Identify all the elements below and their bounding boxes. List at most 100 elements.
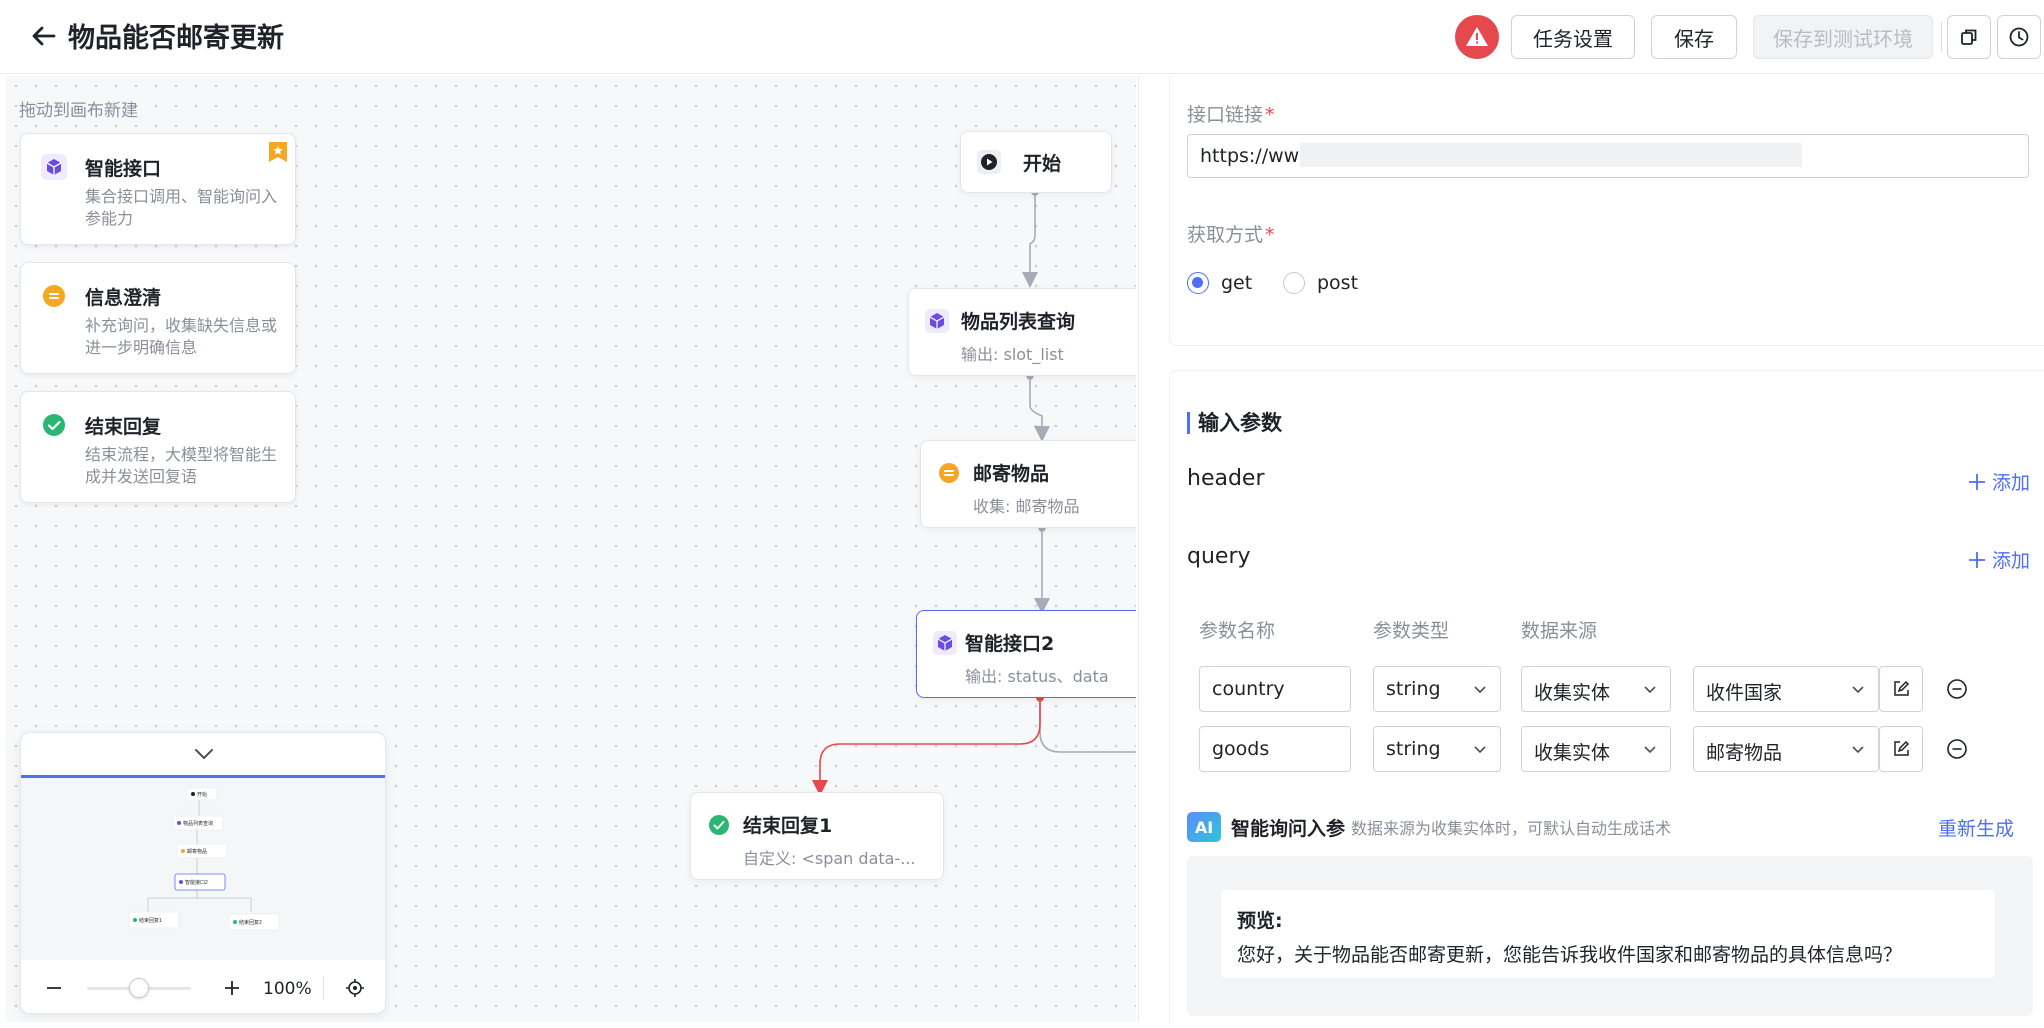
radio-checked-icon	[1187, 272, 1209, 294]
method-option-label: get	[1221, 272, 1253, 294]
minimap-label: 智能接口2	[185, 879, 208, 886]
node-title: 物品列表查询	[961, 311, 1076, 333]
zoom-out-icon[interactable]	[45, 979, 63, 997]
plus-icon	[1968, 551, 1985, 568]
node-config-panel: 接口链接 * https://www 获取方式 * get post 输入参数 he…	[1138, 76, 2044, 1022]
ai-query-hint: 数据来源为收集实体时，可默认自动生成话术	[1351, 819, 1672, 838]
chevron-down-icon	[1474, 746, 1486, 754]
zoom-divider	[323, 976, 324, 1000]
node-subtitle: 收集: 邮寄物品	[973, 497, 1080, 516]
play-icon	[977, 150, 1001, 174]
minimap-label: 结束回复2	[239, 919, 262, 926]
select-value: 收集实体	[1534, 682, 1611, 704]
zoom-controls: 100%	[21, 961, 385, 1013]
flow-canvas[interactable]: 拖动到画布新建 智能接口 集合接口调用、智能询问入参能力 信息澄清 补充询问，收…	[6, 76, 1136, 1022]
cube-icon	[925, 309, 949, 333]
api-config-card	[1169, 76, 2044, 346]
select-value: 收集实体	[1534, 742, 1611, 764]
node-end-reply-1[interactable]: 结束回复1 自定义: <span data-...	[690, 792, 944, 880]
minimap: 开始 物品列表查询 邮寄物品 智能接口2 结束回复1 结束回复2 100%	[20, 732, 386, 1014]
method-radio-post[interactable]: post	[1283, 272, 1358, 294]
entity-select[interactable]: 收件国家	[1693, 666, 1879, 712]
select-value: string	[1386, 678, 1441, 700]
save-to-test-button[interactable]: 保存到测试环境	[1753, 15, 1933, 59]
cube-icon	[933, 631, 957, 655]
copy-button[interactable]	[1947, 15, 1991, 59]
node-list-query[interactable]: 物品列表查询 输出: slot_list	[908, 288, 1136, 376]
remove-param-icon[interactable]	[1945, 677, 1969, 701]
chevron-down-icon	[1852, 746, 1864, 754]
node-subtitle: 输出: status、data	[965, 667, 1109, 686]
minimap-label: 邮寄物品	[187, 848, 207, 855]
query-group-label: query	[1187, 544, 1251, 569]
entity-select[interactable]: 邮寄物品	[1693, 726, 1879, 772]
node-title: 开始	[1023, 153, 1062, 175]
param-name-input[interactable]: country	[1199, 666, 1351, 712]
warning-button[interactable]	[1455, 15, 1499, 59]
ai-query-row: AI 智能询问入参 数据来源为收集实体时，可默认自动生成话术	[1187, 812, 1671, 842]
input-params-title: 输入参数	[1187, 412, 1282, 434]
minimap-graph: 开始 物品列表查询 邮寄物品 智能接口2 结束回复1 结束回复2	[128, 787, 280, 931]
top-bar: 物品能否邮寄更新 任务设置 保存 保存到测试环境	[0, 0, 2044, 74]
check-circle-icon	[709, 815, 729, 835]
url-input[interactable]: https://www	[1187, 134, 2029, 178]
param-type-select[interactable]: string	[1373, 666, 1501, 712]
zoom-level: 100%	[263, 979, 312, 999]
header-group-label: header	[1187, 466, 1265, 491]
edit-entity-button[interactable]	[1879, 726, 1923, 772]
zoom-in-icon[interactable]	[223, 979, 241, 997]
method-radio-get[interactable]: get	[1187, 272, 1252, 294]
preview-label: 预览:	[1237, 910, 1283, 932]
header-divider	[1941, 22, 1942, 52]
zoom-slider-handle[interactable]	[129, 978, 149, 998]
col-data-source: 数据来源	[1521, 620, 1598, 642]
select-value: string	[1386, 738, 1441, 760]
minimap-collapse-button[interactable]	[21, 733, 385, 775]
back-arrow-icon[interactable]	[28, 20, 60, 52]
select-value: 邮寄物品	[1706, 742, 1783, 764]
locate-icon[interactable]	[345, 978, 365, 998]
chevron-down-icon	[1644, 746, 1656, 754]
url-label: 接口链接 *	[1187, 104, 1275, 126]
minimap-label: 开始	[197, 791, 207, 798]
param-name-input[interactable]: goods	[1199, 726, 1351, 772]
remove-param-icon[interactable]	[1945, 737, 1969, 761]
minimap-label: 物品列表查询	[183, 820, 213, 827]
edit-entity-button[interactable]	[1879, 666, 1923, 712]
clarify-icon	[939, 463, 959, 483]
radio-unchecked-icon	[1283, 272, 1305, 294]
method-label: 获取方式 *	[1187, 224, 1275, 246]
page-title: 物品能否邮寄更新	[68, 23, 284, 54]
url-value: https://www	[1200, 145, 1315, 167]
col-param-type: 参数类型	[1373, 620, 1450, 642]
add-header-param-button[interactable]: 添加	[1968, 468, 2030, 495]
add-query-param-button[interactable]: 添加	[1968, 546, 2030, 573]
chevron-down-icon	[1644, 686, 1656, 694]
node-title: 智能接口2	[965, 633, 1055, 655]
plus-icon	[1968, 473, 1985, 490]
edge-list-to-mail	[1029, 376, 1050, 442]
data-source-select[interactable]: 收集实体	[1521, 666, 1671, 712]
minimap-preview[interactable]: 开始 物品列表查询 邮寄物品 智能接口2 结束回复1 结束回复2	[21, 778, 385, 960]
edge-api2-to-end2	[1039, 698, 1136, 753]
data-source-select[interactable]: 收集实体	[1521, 726, 1671, 772]
url-redacted-mask	[1300, 143, 1802, 167]
ai-badge: AI	[1187, 812, 1221, 842]
regenerate-link[interactable]: 重新生成	[1938, 814, 2014, 841]
col-param-name: 参数名称	[1199, 620, 1276, 642]
save-button[interactable]: 保存	[1651, 15, 1737, 59]
clock-icon	[2009, 27, 2029, 47]
node-start[interactable]: 开始	[960, 131, 1112, 193]
add-label: 添加	[1991, 550, 2030, 572]
param-type-select[interactable]: string	[1373, 726, 1501, 772]
chevron-down-icon	[195, 749, 213, 760]
history-button[interactable]	[1997, 15, 2041, 59]
node-title: 结束回复1	[743, 815, 833, 837]
ai-preview-container: 预览: 您好，关于物品能否邮寄更新，您能告诉我收件国家和邮寄物品的具体信息吗？	[1187, 856, 2033, 1016]
node-mail-item[interactable]: 邮寄物品 收集: 邮寄物品	[920, 440, 1136, 528]
node-subtitle: 输出: slot_list	[961, 345, 1064, 364]
task-settings-button[interactable]: 任务设置	[1511, 15, 1635, 59]
method-option-label: post	[1317, 272, 1359, 294]
copy-icon	[1961, 29, 1977, 45]
node-smart-api-2[interactable]: 智能接口2 输出: status、data	[916, 610, 1136, 698]
